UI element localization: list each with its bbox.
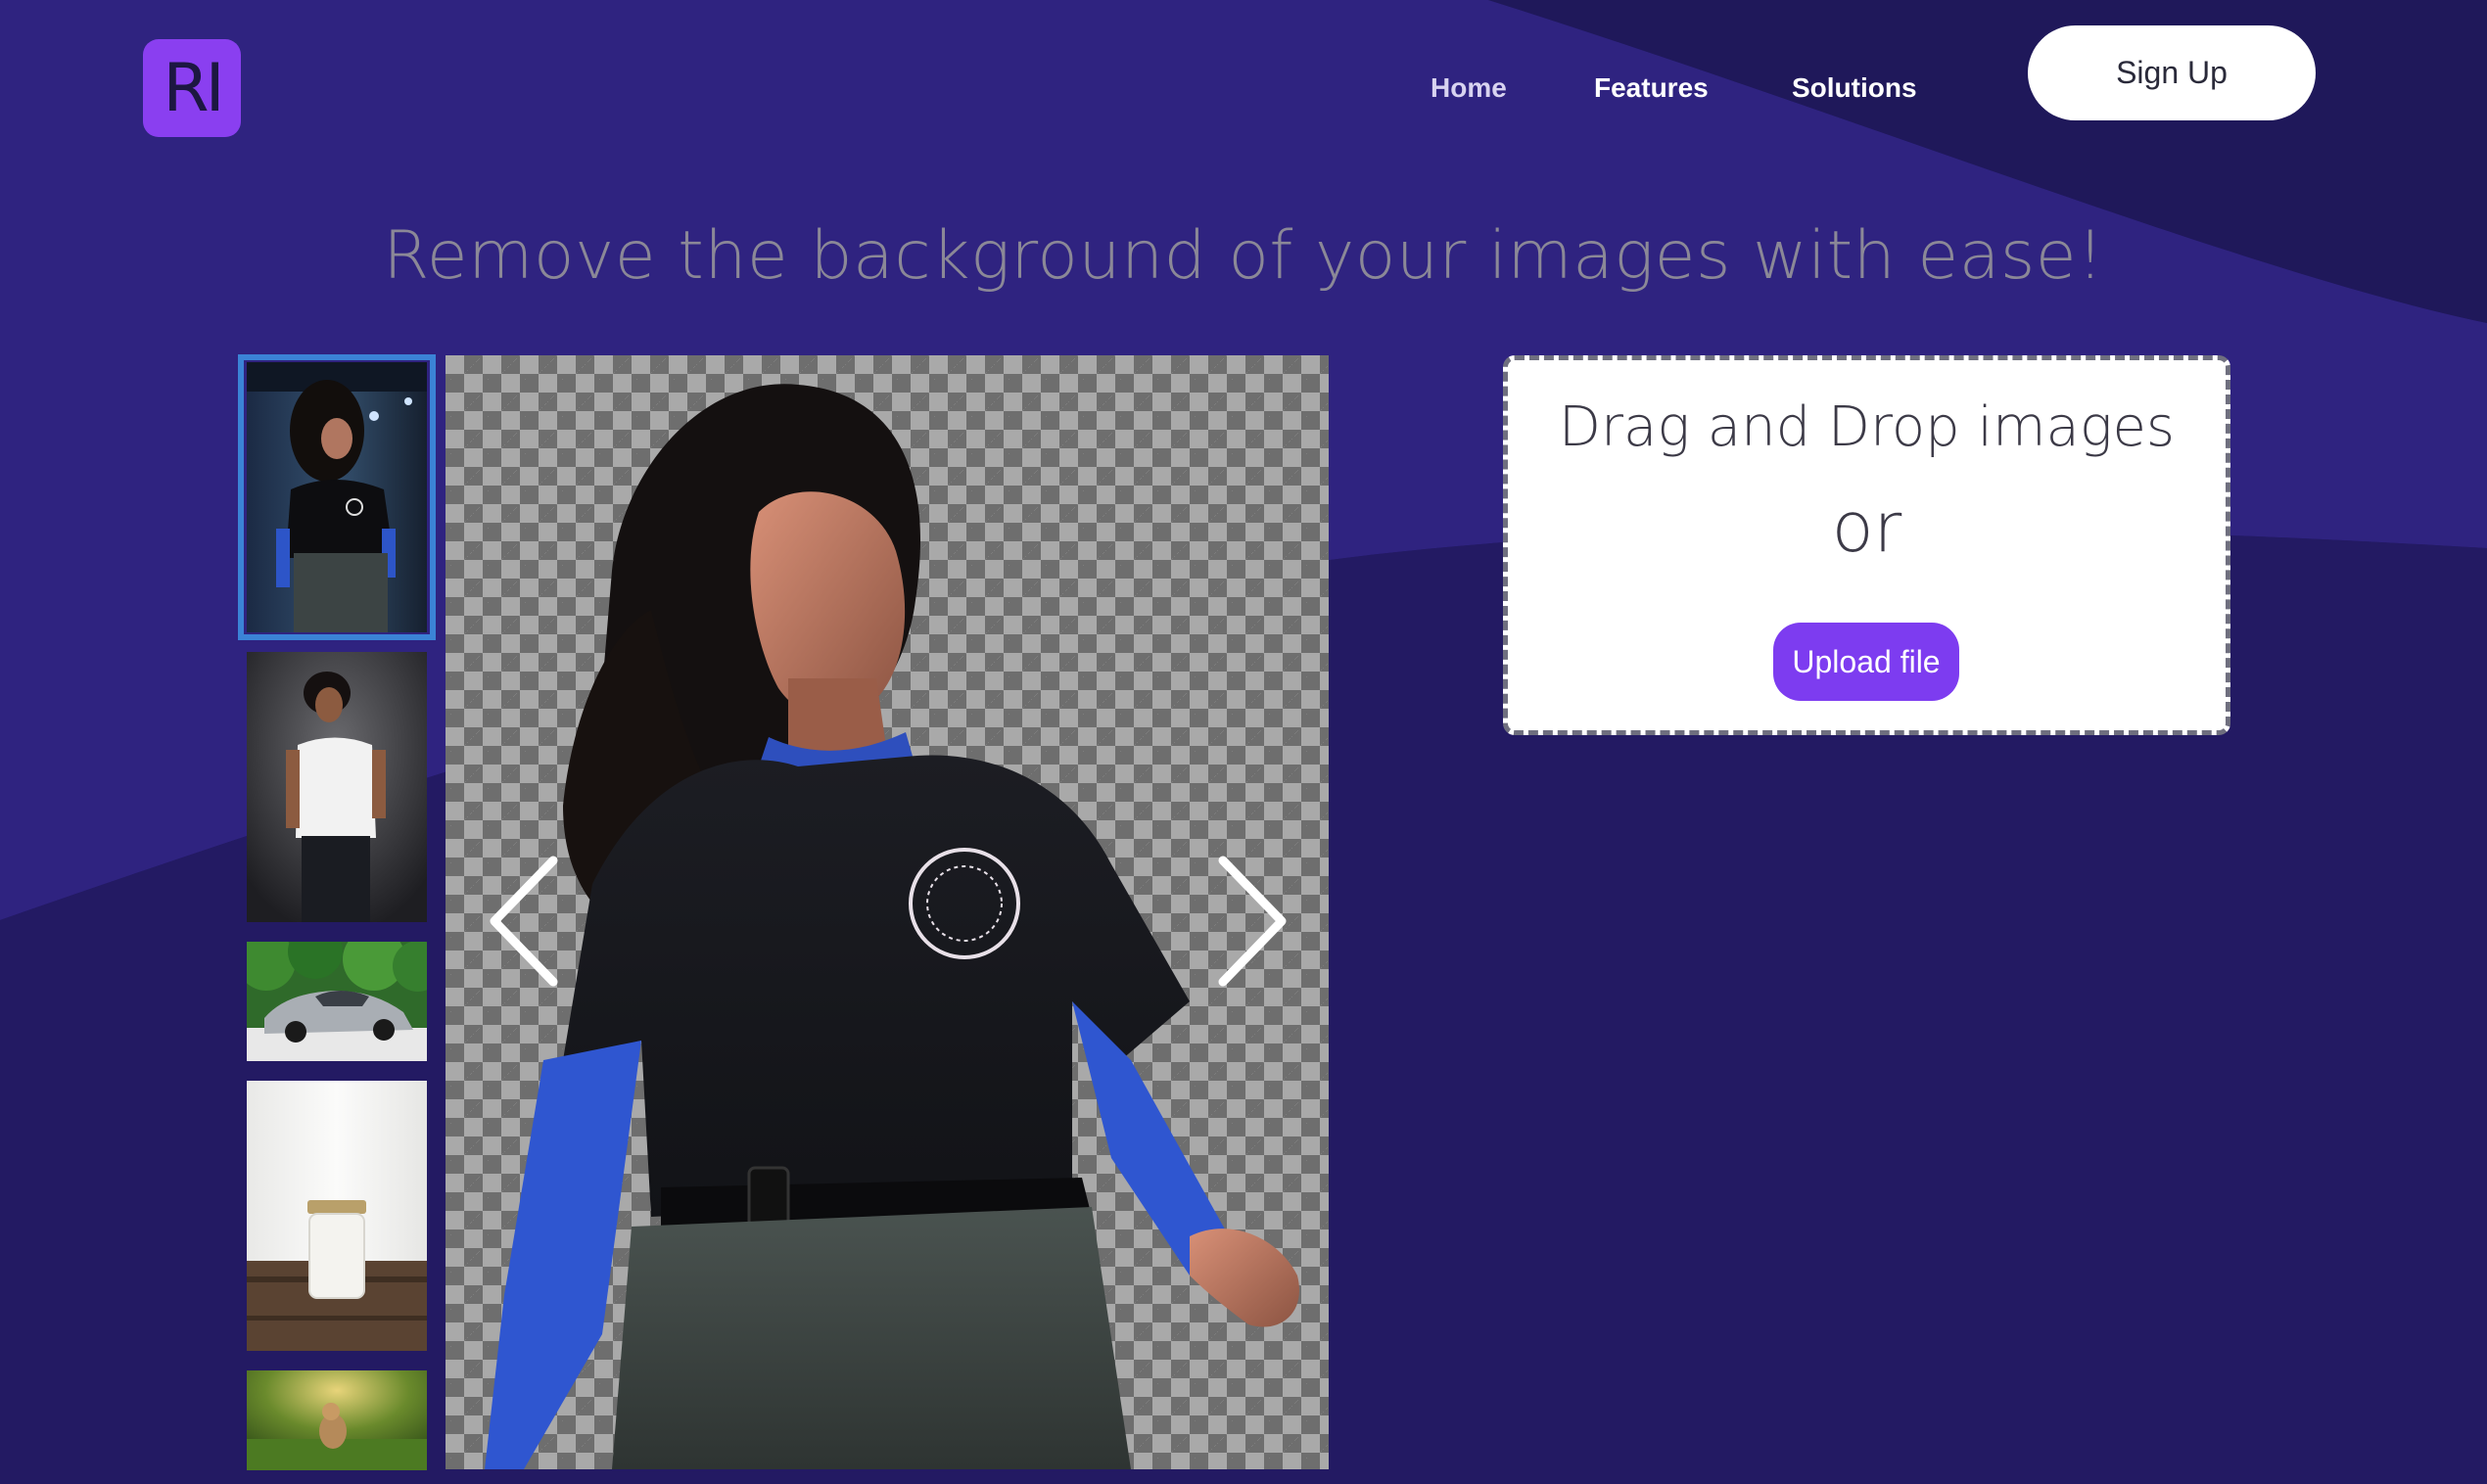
thumbnail-car[interactable] bbox=[247, 942, 427, 1061]
nav-home[interactable]: Home bbox=[1431, 72, 1507, 104]
car-photo bbox=[247, 942, 427, 1061]
thumbnail-woman[interactable] bbox=[247, 362, 427, 632]
jar-photo bbox=[247, 1081, 427, 1351]
chevron-left-icon[interactable] bbox=[485, 853, 573, 990]
sign-up-button[interactable]: Sign Up bbox=[2028, 25, 2316, 120]
drop-zone[interactable]: Drag and Drop images or Upload file bbox=[1503, 355, 2230, 735]
thumbnail-jar[interactable] bbox=[247, 1081, 427, 1351]
woman-photo bbox=[247, 362, 427, 632]
chevron-right-icon[interactable] bbox=[1203, 853, 1291, 990]
drop-zone-or: or bbox=[1831, 487, 1902, 568]
dog-photo bbox=[247, 1370, 427, 1470]
page-headline: Remove the background of your images wit… bbox=[383, 217, 2104, 295]
upload-file-button[interactable]: Upload file bbox=[1773, 623, 1959, 701]
nav-solutions[interactable]: Solutions bbox=[1792, 72, 1917, 104]
thumbnail-man[interactable] bbox=[247, 652, 427, 922]
logo[interactable]: RI bbox=[143, 39, 241, 137]
drop-zone-title: Drag and Drop images bbox=[1558, 395, 2176, 459]
man-photo bbox=[247, 652, 427, 922]
image-preview bbox=[446, 355, 1329, 1469]
cutout-woman-image bbox=[485, 384, 1299, 1469]
nav-features[interactable]: Features bbox=[1594, 72, 1709, 104]
thumbnail-dog[interactable] bbox=[247, 1370, 427, 1470]
